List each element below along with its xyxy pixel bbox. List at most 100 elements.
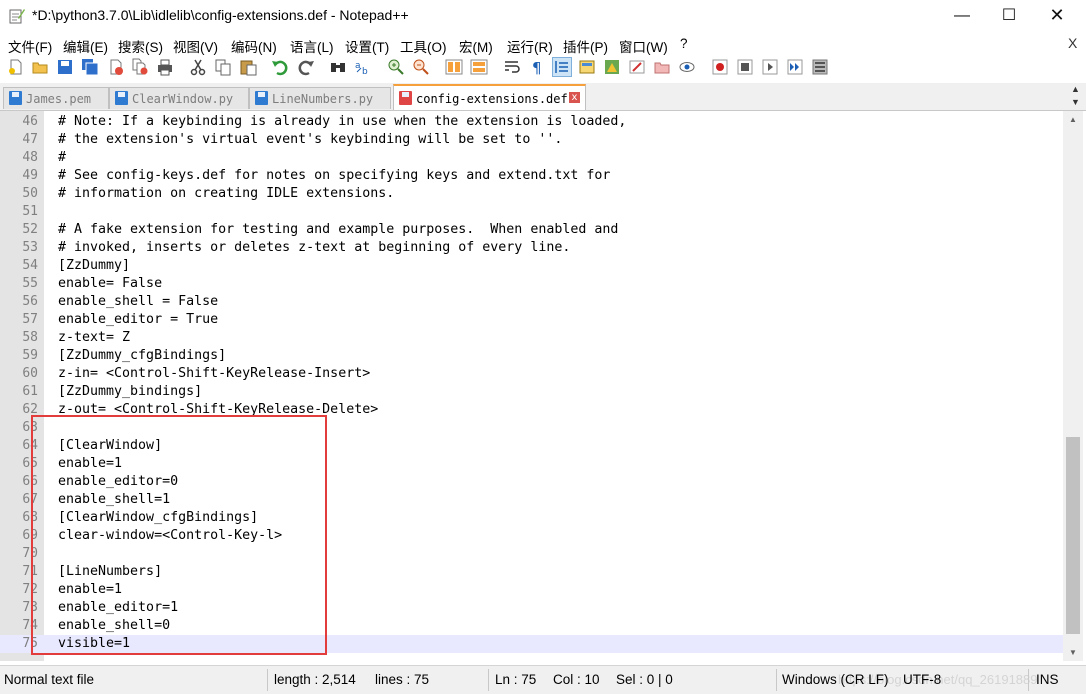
scroll-up-arrow-icon[interactable]: ▲: [1063, 111, 1083, 128]
doc-map-icon[interactable]: [603, 58, 621, 76]
menu-tools[interactable]: 工具(O): [400, 36, 447, 56]
line-number: 49: [22, 168, 38, 183]
scroll-down-arrow-icon[interactable]: ▼: [1063, 644, 1083, 661]
udl-icon[interactable]: [578, 58, 596, 76]
line-text: z-in= <Control-Shift-KeyRelease-Insert>: [58, 366, 371, 381]
menu-view[interactable]: 视图(V): [173, 36, 218, 56]
paste-icon[interactable]: [239, 58, 257, 76]
code-line[interactable]: 59 [ZzDummy_cfgBindings]: [0, 347, 1063, 365]
sync-vertical-icon[interactable]: [445, 58, 463, 76]
status-eol[interactable]: Windows (CR LF): [782, 672, 889, 687]
close-icon[interactable]: [107, 58, 125, 76]
run-macro-multiple-icon[interactable]: [786, 58, 804, 76]
code-line[interactable]: 54 [ZzDummy]: [0, 257, 1063, 275]
tab-close-icon[interactable]: x: [569, 92, 580, 103]
replace-icon[interactable]: ab: [354, 58, 372, 77]
find-icon[interactable]: [329, 58, 347, 76]
zoom-in-icon[interactable]: [387, 58, 405, 76]
status-bar: Normal text file length : 2,514 lines : …: [0, 665, 1086, 694]
status-sel: Sel : 0 | 0: [616, 672, 673, 687]
line-number: 47: [22, 132, 38, 147]
function-list-icon[interactable]: [628, 58, 646, 76]
menu-window[interactable]: 窗口(W): [619, 36, 668, 56]
menu-help[interactable]: ?: [680, 36, 688, 51]
menu-encoding[interactable]: 编码(N): [231, 36, 277, 56]
svg-text:b: b: [362, 67, 368, 76]
code-line[interactable]: 48 #: [0, 149, 1063, 167]
menu-run[interactable]: 运行(R): [507, 36, 553, 56]
line-text: # A fake extension for testing and examp…: [58, 222, 619, 237]
play-macro-icon[interactable]: [761, 58, 779, 76]
editor[interactable]: 46 # Note: If a keybinding is already in …: [0, 111, 1063, 661]
save-icon[interactable]: [56, 58, 74, 76]
close-document-button[interactable]: X: [1068, 35, 1077, 51]
code-line[interactable]: 46 # Note: If a keybinding is already in …: [0, 113, 1063, 131]
line-text: enable_editor = True: [58, 312, 219, 327]
tab-config-extensions-def[interactable]: config-extensions.def x: [393, 84, 586, 110]
folder-workspace-icon[interactable]: [653, 58, 671, 76]
menu-language[interactable]: 语言(L): [290, 36, 334, 56]
line-number: 61: [22, 384, 38, 399]
show-all-chars-icon[interactable]: ¶: [528, 58, 546, 77]
line-number: 55: [22, 276, 38, 291]
line-number: 57: [22, 312, 38, 327]
menu-settings[interactable]: 设置(T): [345, 36, 389, 56]
copy-icon[interactable]: [214, 58, 232, 76]
tab-scroll-arrows[interactable]: ▲ ▼: [1071, 83, 1080, 109]
status-insert-mode[interactable]: INS: [1036, 672, 1059, 687]
word-wrap-icon[interactable]: [503, 58, 521, 76]
menu-file[interactable]: 文件(F): [8, 36, 52, 56]
code-line[interactable]: 50 # information on creating IDLE extensi…: [0, 185, 1063, 203]
code-line[interactable]: 60 z-in= <Control-Shift-KeyRelease-Insert…: [0, 365, 1063, 383]
code-line[interactable]: 55 enable= False: [0, 275, 1063, 293]
code-line[interactable]: 56 enable_shell = False: [0, 293, 1063, 311]
save-all-icon[interactable]: [81, 58, 99, 76]
close-window-button[interactable]: ✕: [1034, 0, 1080, 33]
code-line[interactable]: 53 # invoked, inserts or deletes z-text a…: [0, 239, 1063, 257]
line-number: 52: [22, 222, 38, 237]
monitoring-icon[interactable]: [678, 58, 696, 76]
save-macro-icon[interactable]: [811, 58, 829, 76]
tab-label: James.pem: [26, 92, 92, 106]
menu-macro[interactable]: 宏(M): [459, 36, 493, 56]
sync-horizontal-icon[interactable]: [470, 58, 488, 76]
cut-icon[interactable]: [189, 58, 207, 76]
indent-guide-icon[interactable]: [552, 57, 572, 77]
tab-james-pem[interactable]: James.pem: [3, 87, 109, 109]
close-all-icon[interactable]: [131, 58, 149, 76]
maximize-button[interactable]: ☐: [986, 0, 1032, 33]
zoom-out-icon[interactable]: [412, 58, 430, 76]
undo-icon[interactable]: [271, 58, 289, 76]
status-length: length : 2,514: [274, 672, 356, 687]
menu-plugins[interactable]: 插件(P): [563, 36, 608, 56]
menu-bar: 文件(F) 编辑(E) 搜索(S) 视图(V) 编码(N) 语言(L) 设置(T…: [0, 33, 1086, 55]
line-number: 54: [22, 258, 38, 273]
code-line[interactable]: 49 # See config-keys.def for notes on spe…: [0, 167, 1063, 185]
line-text: # See config-keys.def for notes on speci…: [58, 168, 611, 183]
stop-macro-icon[interactable]: [736, 58, 754, 76]
status-encoding[interactable]: UTF-8: [903, 672, 941, 687]
open-file-icon[interactable]: [31, 58, 49, 76]
tab-linenumbers-py[interactable]: LineNumbers.py: [249, 87, 391, 109]
code-line[interactable]: 51: [0, 203, 1063, 221]
status-divider: [488, 669, 489, 691]
vertical-scrollbar[interactable]: ▲ ▼: [1063, 111, 1083, 661]
menu-search[interactable]: 搜索(S): [118, 36, 163, 56]
print-icon[interactable]: [156, 58, 174, 76]
annotation-highlight-box: [31, 415, 327, 655]
code-line[interactable]: 52 # A fake extension for testing and exa…: [0, 221, 1063, 239]
tab-clearwindow-py[interactable]: ClearWindow.py: [109, 87, 249, 109]
new-file-icon[interactable]: [7, 58, 25, 76]
scrollbar-thumb[interactable]: [1066, 437, 1080, 634]
code-line[interactable]: 58 z-text= Z: [0, 329, 1063, 347]
status-filetype: Normal text file: [4, 672, 95, 687]
record-macro-icon[interactable]: [711, 58, 729, 76]
code-line[interactable]: 57 enable_editor = True: [0, 311, 1063, 329]
redo-icon[interactable]: [297, 58, 315, 76]
code-line[interactable]: 61 [ZzDummy_bindings]: [0, 383, 1063, 401]
menu-edit[interactable]: 编辑(E): [63, 36, 108, 56]
minimize-button[interactable]: —: [939, 0, 985, 33]
toolbar: ab ¶: [0, 55, 1086, 80]
code-line[interactable]: 47 # the extension's virtual event's keyb…: [0, 131, 1063, 149]
line-text: enable_shell = False: [58, 294, 219, 309]
